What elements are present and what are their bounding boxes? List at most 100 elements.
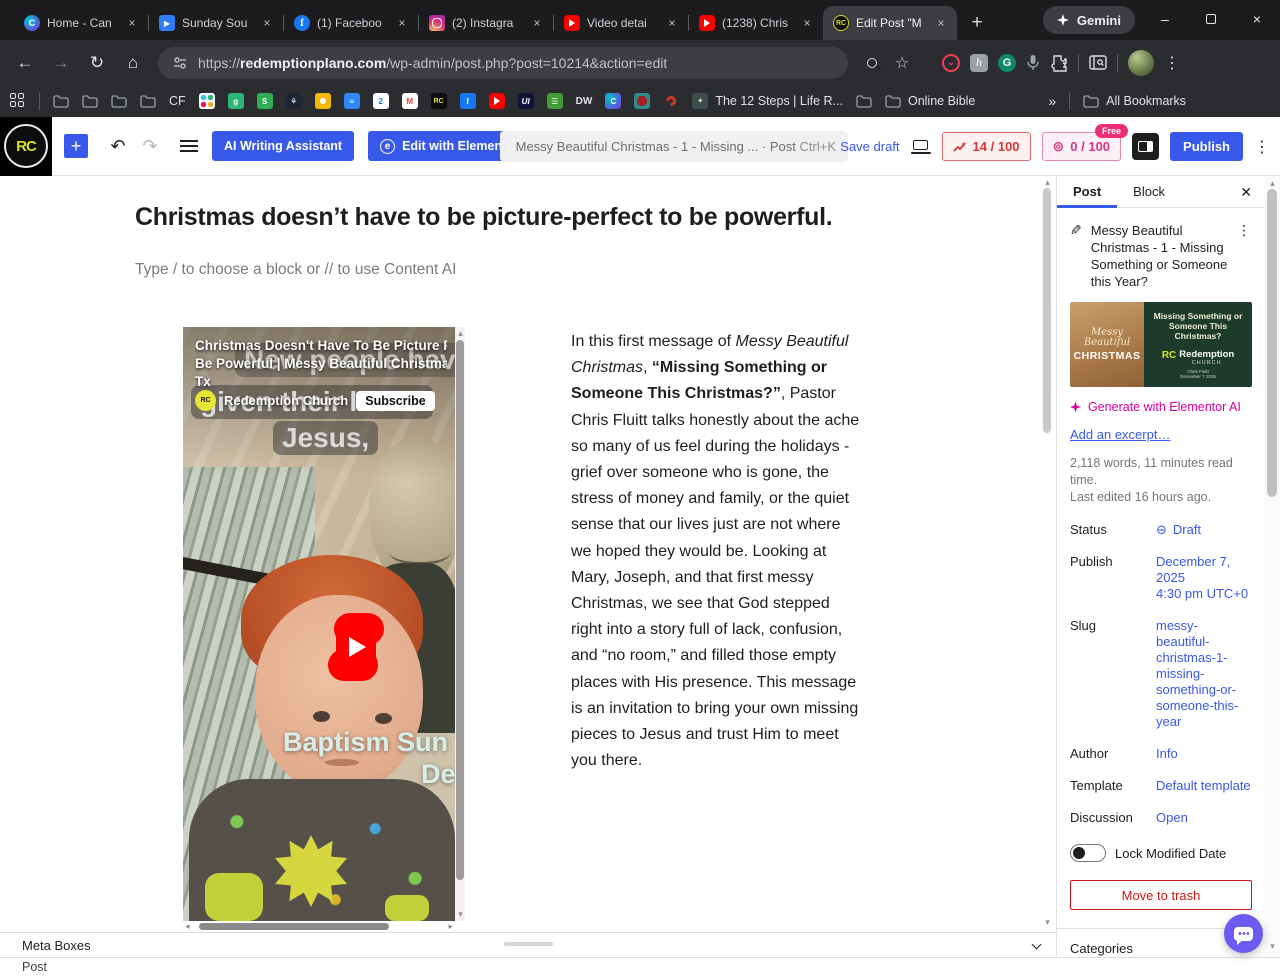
channel-avatar[interactable]: RC bbox=[195, 390, 216, 411]
tab-block[interactable]: Block bbox=[1117, 176, 1181, 208]
apps-grid-icon[interactable] bbox=[10, 93, 26, 109]
meta-boxes-scroll-pill[interactable] bbox=[504, 942, 553, 946]
tab-close-icon[interactable]: × bbox=[529, 15, 545, 31]
author-value[interactable]: Info bbox=[1156, 746, 1178, 762]
lock-modified-date-toggle[interactable] bbox=[1070, 844, 1106, 862]
bookmark-star-icon[interactable]: ☆ bbox=[892, 53, 912, 73]
redo-button[interactable]: ↷ bbox=[134, 130, 166, 162]
pocket-extension-icon[interactable]: ⌄ bbox=[942, 54, 960, 72]
scrollbar-thumb[interactable] bbox=[1043, 188, 1051, 433]
gemini-button[interactable]: Gemini bbox=[1043, 6, 1135, 34]
bookmark-folder-icon[interactable] bbox=[885, 94, 901, 108]
lock-icon[interactable] bbox=[634, 93, 650, 109]
bookmark-online-bible[interactable]: Online Bible bbox=[908, 94, 975, 108]
scrollbar-thumb[interactable] bbox=[199, 923, 389, 930]
gloo-icon[interactable]: g bbox=[228, 93, 244, 109]
paragraph-block[interactable]: In this first message of Messy Beautiful… bbox=[571, 329, 861, 774]
extensions-puzzle-icon[interactable] bbox=[1050, 54, 1068, 72]
all-bookmarks-label[interactable]: All Bookmarks bbox=[1106, 94, 1186, 108]
scroll-up-icon[interactable]: ▴ bbox=[455, 328, 466, 339]
subscribe-button[interactable]: Subscribe bbox=[356, 391, 434, 411]
red-hook-icon[interactable] bbox=[663, 93, 679, 109]
editor-scrollbar[interactable]: ▴ ▾ bbox=[1042, 176, 1053, 932]
planning-center-icon[interactable]: ⚘ bbox=[286, 93, 302, 109]
bookmarks-overflow-chevron[interactable]: » bbox=[1048, 93, 1056, 109]
profile-avatar[interactable] bbox=[1128, 50, 1154, 76]
site-settings-icon[interactable] bbox=[172, 55, 188, 71]
settings-sidebar-toggle[interactable] bbox=[1132, 133, 1159, 160]
new-tab-button[interactable]: + bbox=[963, 9, 991, 37]
google-docs-icon[interactable]: ≡ bbox=[344, 93, 360, 109]
tab-close-icon[interactable]: × bbox=[259, 15, 275, 31]
search-sidebar-icon[interactable] bbox=[1089, 55, 1107, 71]
close-sidebar-icon[interactable]: ✕ bbox=[1240, 184, 1252, 201]
post-title-field[interactable]: Christmas doesn’t have to be picture-per… bbox=[135, 203, 875, 232]
google-calendar-icon[interactable]: 2 bbox=[373, 93, 389, 109]
chat-widget-button[interactable] bbox=[1224, 914, 1263, 953]
block-appender-placeholder[interactable]: Type / to choose a block or // to use Co… bbox=[135, 261, 456, 279]
add-excerpt-link[interactable]: Add an excerpt… bbox=[1070, 427, 1170, 442]
tab-close-icon[interactable]: × bbox=[394, 15, 410, 31]
chevron-down-icon[interactable] bbox=[1032, 940, 1042, 950]
h-extension-icon[interactable]: h bbox=[970, 54, 988, 72]
slug-value[interactable]: messy-beautiful-christmas-1-missing-some… bbox=[1156, 618, 1251, 730]
bookmark-dw[interactable]: DW bbox=[576, 96, 593, 107]
green-list-icon[interactable]: ☰ bbox=[547, 93, 563, 109]
video-horizontal-scrollbar[interactable]: ◂ ▸ bbox=[183, 921, 455, 932]
browser-menu-icon[interactable]: ⋮ bbox=[1164, 53, 1180, 73]
home-button[interactable]: ⌂ bbox=[118, 48, 148, 78]
reload-button[interactable]: ↻ bbox=[82, 48, 112, 78]
rank-math-seo-score[interactable]: 14 / 100 bbox=[942, 132, 1031, 161]
command-palette[interactable]: Messy Beautiful Christmas - 1 - Missing … bbox=[500, 131, 848, 162]
scroll-down-icon[interactable]: ▾ bbox=[1267, 941, 1278, 952]
maximize-button[interactable] bbox=[1188, 0, 1234, 38]
tab-close-icon[interactable]: × bbox=[799, 15, 815, 31]
generate-with-elementor-ai-link[interactable]: Generate with Elementor AI bbox=[1070, 400, 1251, 414]
template-value[interactable]: Default template bbox=[1156, 778, 1251, 794]
wp-admin-logo-button[interactable]: RC bbox=[0, 117, 52, 176]
steps-favicon[interactable]: ✦ bbox=[692, 93, 708, 109]
status-value[interactable]: ⊖Draft bbox=[1156, 522, 1201, 538]
scroll-up-icon[interactable]: ▴ bbox=[1042, 177, 1053, 188]
youtube-bookmark-icon[interactable] bbox=[489, 93, 505, 109]
minimize-button[interactable]: – bbox=[1142, 0, 1188, 38]
bookmark-folder-icon[interactable] bbox=[111, 94, 127, 108]
video-title[interactable]: Christmas Doesn't Have To Be Picture Per… bbox=[195, 337, 447, 391]
scrollbar-thumb[interactable] bbox=[1267, 189, 1277, 497]
tab-close-icon[interactable]: × bbox=[664, 15, 680, 31]
move-to-trash-button[interactable]: Move to trash bbox=[1070, 880, 1252, 910]
canva-bookmark-icon[interactable]: C bbox=[605, 93, 621, 109]
tab-close-icon[interactable]: × bbox=[933, 15, 949, 31]
save-draft-button[interactable]: Save draft bbox=[840, 139, 899, 154]
bookmark-folder-icon[interactable] bbox=[856, 94, 872, 108]
bookmark-folder-icon[interactable] bbox=[140, 94, 156, 108]
microphone-icon[interactable] bbox=[1026, 54, 1040, 72]
preview-device-icon[interactable] bbox=[911, 139, 931, 155]
youtube-shorts-play-icon[interactable] bbox=[328, 613, 384, 681]
meta-boxes-panel[interactable]: Meta Boxes bbox=[0, 932, 1056, 957]
facebook-bookmark-icon[interactable]: f bbox=[460, 93, 476, 109]
subsplash-icon[interactable]: S bbox=[257, 93, 273, 109]
undo-button[interactable]: ↶ bbox=[102, 130, 134, 162]
scroll-down-icon[interactable]: ▾ bbox=[1042, 917, 1053, 928]
tab-edit-post-active[interactable]: RC Edit Post "M × bbox=[823, 6, 957, 40]
editor-options-icon[interactable]: ⋮ bbox=[1254, 137, 1270, 157]
gmail-icon[interactable]: M bbox=[402, 93, 418, 109]
channel-name[interactable]: Redemption Church bbox=[224, 393, 348, 408]
grammarly-extension-icon[interactable]: G bbox=[998, 54, 1016, 72]
scroll-up-icon[interactable]: ▴ bbox=[1267, 178, 1278, 189]
tab-instagram[interactable]: (2) Instagra × bbox=[419, 6, 553, 40]
slack-icon[interactable] bbox=[199, 93, 215, 109]
close-window-button[interactable]: × bbox=[1234, 0, 1280, 38]
scrollbar-thumb[interactable] bbox=[456, 340, 464, 880]
zoom-indicator-icon[interactable] bbox=[862, 53, 882, 73]
scroll-right-icon[interactable]: ▸ bbox=[448, 921, 453, 932]
publish-date-value[interactable]: December 7, 20254:30 pm UTC+0 bbox=[1156, 554, 1251, 602]
block-inserter-button[interactable]: + bbox=[64, 134, 88, 158]
forward-button[interactable]: → bbox=[46, 48, 76, 78]
tab-sunday-video[interactable]: ▶ Sunday Sou × bbox=[149, 6, 283, 40]
youtube-video-player[interactable]: New people hav given their life to Jesus… bbox=[183, 327, 455, 921]
publish-button[interactable]: Publish bbox=[1170, 132, 1243, 161]
google-keep-icon[interactable] bbox=[315, 93, 331, 109]
bookmark-12-steps[interactable]: The 12 Steps | Life R... bbox=[715, 94, 843, 108]
